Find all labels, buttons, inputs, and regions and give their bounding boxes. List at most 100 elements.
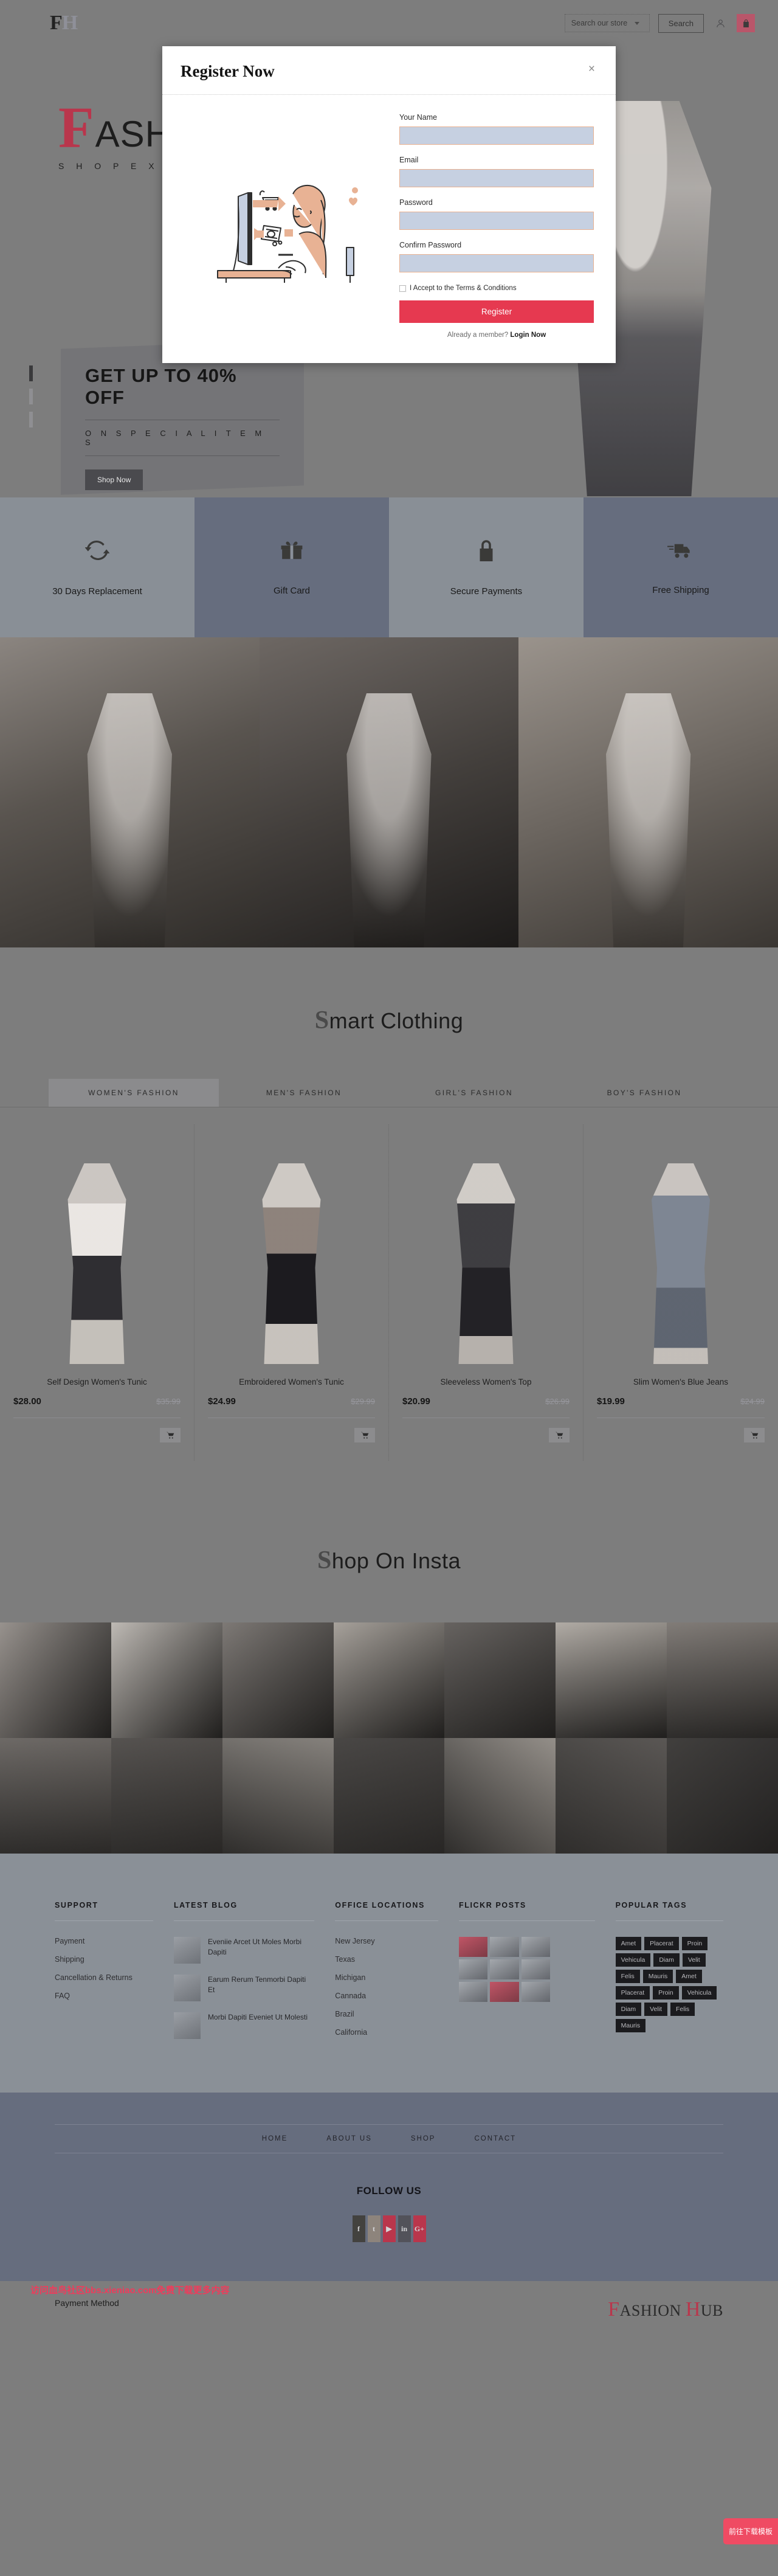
flickr-post[interactable] xyxy=(458,1937,488,1957)
insta-post[interactable] xyxy=(333,1622,445,1738)
user-icon[interactable] xyxy=(712,15,728,31)
twitter-icon[interactable]: t xyxy=(367,2215,380,2242)
tag-chip[interactable]: Mauris xyxy=(615,2019,646,2032)
insta-post[interactable] xyxy=(222,1622,334,1738)
insta-post[interactable] xyxy=(556,1738,667,1854)
terms-checkbox[interactable] xyxy=(399,285,406,292)
password-input[interactable] xyxy=(399,212,594,230)
insta-post[interactable] xyxy=(111,1622,222,1738)
add-to-cart-button[interactable] xyxy=(354,1428,375,1442)
footer-nav-home[interactable]: HOME xyxy=(262,2135,288,2142)
insta-post[interactable] xyxy=(444,1622,556,1738)
blog-post-item[interactable]: Eveniie Arcet Ut Moles Morbi Dapiti xyxy=(173,1937,314,1964)
tag-chip[interactable]: Diam xyxy=(615,2003,642,2016)
insta-post[interactable] xyxy=(0,1622,111,1738)
tag-chip[interactable]: Proin xyxy=(653,1986,679,2000)
confirm-password-input[interactable] xyxy=(399,254,594,272)
flickr-post[interactable] xyxy=(490,1982,519,2002)
download-template-cta[interactable]: 前往下载模板 xyxy=(723,2518,778,2544)
terms-label[interactable]: I Accept to the Terms & Conditions xyxy=(410,285,517,292)
footer-link-brazil[interactable]: Brazil xyxy=(335,2010,438,2018)
product-card[interactable]: Slim Women's Blue Jeans $19.99 $24.99 xyxy=(584,1124,778,1461)
tag-chip[interactable]: Placerat xyxy=(644,1937,679,1950)
shopping-bag-icon[interactable] xyxy=(737,14,755,32)
youtube-icon[interactable]: ▶ xyxy=(382,2215,396,2242)
hero-slide-indicators[interactable] xyxy=(29,365,33,428)
insta-post[interactable] xyxy=(222,1738,334,1854)
hero-slide-dot-3[interactable] xyxy=(29,412,33,428)
login-now-link[interactable]: Login Now xyxy=(510,331,546,339)
tag-chip[interactable]: Velit xyxy=(644,2003,667,2016)
tag-chip[interactable]: Mauris xyxy=(642,1970,673,1983)
footer-link-michigan[interactable]: Michigan xyxy=(335,1973,438,1982)
footer-nav-contact[interactable]: CONTACT xyxy=(474,2135,516,2142)
header-logo[interactable]: FH xyxy=(50,13,78,33)
email-input[interactable] xyxy=(399,169,594,187)
feature-gift-card[interactable]: Gift Card xyxy=(194,497,389,637)
register-submit-button[interactable]: Register xyxy=(399,300,594,323)
footer-link-payment[interactable]: Payment xyxy=(55,1937,153,1945)
footer-link-faq[interactable]: FAQ xyxy=(55,1992,153,2000)
search-button[interactable]: Search xyxy=(658,13,704,33)
tag-chip[interactable]: Felis xyxy=(615,1970,640,1983)
footer-link-cannada[interactable]: Cannada xyxy=(335,1992,438,2000)
shop-now-button[interactable]: Shop Now xyxy=(85,469,143,490)
tab-mens-fashion[interactable]: MEN'S FASHION xyxy=(219,1079,389,1107)
tag-chip[interactable]: Placerat xyxy=(615,1986,650,2000)
flickr-post[interactable] xyxy=(521,1937,550,1957)
insta-post[interactable] xyxy=(0,1738,111,1854)
tab-girls-fashion[interactable]: GIRL'S FASHION xyxy=(389,1079,559,1107)
feature-free-shipping[interactable]: Free Shipping xyxy=(584,497,778,637)
product-card[interactable]: Embroidered Women's Tunic $24.99 $29.99 xyxy=(194,1124,389,1461)
insta-post[interactable] xyxy=(111,1738,222,1854)
flickr-post[interactable] xyxy=(458,1982,488,2002)
tag-chip[interactable]: Amet xyxy=(676,1970,702,1983)
tag-chip[interactable]: Diam xyxy=(653,1953,680,1967)
facebook-icon[interactable]: f xyxy=(352,2215,365,2242)
footer-link-cancellation-returns[interactable]: Cancellation & Returns xyxy=(55,1973,153,1982)
hero-slide-dot-1[interactable] xyxy=(29,365,33,381)
hero-slide-dot-2[interactable] xyxy=(29,389,33,404)
your-name-input[interactable] xyxy=(399,126,594,145)
footer-nav-shop[interactable]: SHOP xyxy=(411,2135,436,2142)
insta-post[interactable] xyxy=(667,1738,778,1854)
insta-post[interactable] xyxy=(556,1622,667,1738)
tab-boys-fashion[interactable]: BOY'S FASHION xyxy=(559,1079,729,1107)
add-to-cart-button[interactable] xyxy=(549,1428,570,1442)
product-card[interactable]: Self Design Women's Tunic $28.00 $35.99 xyxy=(0,1124,194,1461)
lookbook-item-women[interactable] xyxy=(0,637,260,947)
tag-chip[interactable]: Proin xyxy=(681,1937,708,1950)
flickr-post[interactable] xyxy=(490,1959,519,1979)
feature-secure-payments[interactable]: Secure Payments xyxy=(389,497,584,637)
insta-post[interactable] xyxy=(444,1738,556,1854)
flickr-post[interactable] xyxy=(490,1937,519,1957)
tag-chip[interactable]: Vehicula xyxy=(615,1953,651,1967)
tag-chip[interactable]: Amet xyxy=(615,1937,642,1950)
blog-post-item[interactable]: Morbi Dapiti Eveniet Ut Molesti xyxy=(173,2012,314,2039)
footer-link-california[interactable]: California xyxy=(335,2028,438,2037)
close-icon[interactable]: × xyxy=(586,62,597,76)
googleplus-icon[interactable]: G+ xyxy=(413,2215,426,2242)
tab-womens-fashion[interactable]: WOMEN'S FASHION xyxy=(49,1079,219,1107)
insta-post[interactable] xyxy=(667,1622,778,1738)
flickr-post[interactable] xyxy=(458,1959,488,1979)
tag-chip[interactable]: Felis xyxy=(670,2003,695,2016)
insta-post[interactable] xyxy=(333,1738,445,1854)
linkedin-icon[interactable]: in xyxy=(398,2215,411,2242)
lookbook-item-kids[interactable] xyxy=(518,637,778,947)
lookbook-item-men[interactable] xyxy=(259,637,519,947)
footer-link-texas[interactable]: Texas xyxy=(335,1955,438,1964)
add-to-cart-button[interactable] xyxy=(160,1428,181,1442)
feature-30-days-replacement[interactable]: 30 Days Replacement xyxy=(0,497,194,637)
tag-chip[interactable]: Vehicula xyxy=(681,1986,717,2000)
flickr-post[interactable] xyxy=(521,1982,550,2002)
footer-link-new-jersey[interactable]: New Jersey xyxy=(335,1937,438,1945)
blog-post-item[interactable]: Earum Rerum Tenmorbi Dapiti Et xyxy=(173,1975,314,2001)
add-to-cart-button[interactable] xyxy=(744,1428,765,1442)
product-card[interactable]: Sleeveless Women's Top $20.99 $26.99 xyxy=(389,1124,584,1461)
footer-nav-about-us[interactable]: ABOUT US xyxy=(326,2135,372,2142)
search-scope-select[interactable]: Search our store xyxy=(564,14,650,32)
footer-link-shipping[interactable]: Shipping xyxy=(55,1955,153,1964)
flickr-post[interactable] xyxy=(521,1959,550,1979)
tag-chip[interactable]: Velit xyxy=(682,1953,706,1967)
